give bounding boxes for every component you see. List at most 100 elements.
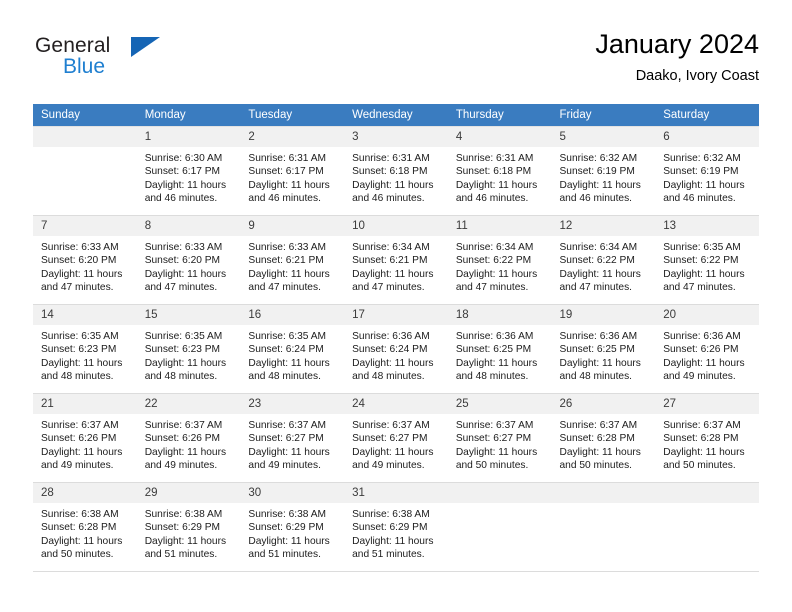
day-number: 1 [136,127,241,147]
day-number: 3 [344,127,448,147]
sunset-text: Sunset: 6:23 PM [41,344,117,356]
sunset-text: Sunset: 6:29 PM [144,522,221,534]
daylight-text-line2: and 49 minutes. [352,460,425,472]
day-cell-inner: 27 Sunrise: 6:37 AM Sunset: 6:28 PM Dayligh… [655,394,759,482]
calendar-day-cell[interactable]: 22 Sunrise: 6:37 AM Sunset: 6:26 PM Dayligh… [136,393,241,483]
calendar-page: General Blue January 2024 Daako, Ivory C… [0,0,792,612]
sunrise-text: Sunrise: 6:33 AM [41,242,119,253]
calendar-day-cell[interactable]: 23 Sunrise: 6:37 AM Sunset: 6:27 PM Dayligh… [240,393,345,483]
calendar-day-cell[interactable]: 16 Sunrise: 6:35 AM Sunset: 6:24 PM Dayligh… [240,304,345,394]
calendar-day-cell[interactable]: 8 Sunrise: 6:33 AM Sunset: 6:20 PM Daylight… [136,215,241,305]
day-sun-info: Sunrise: 6:33 AM Sunset: 6:20 PM Daylight:… [137,236,241,295]
sunrise-text: Sunrise: 6:33 AM [144,242,223,253]
sunset-text: Sunset: 6:18 PM [352,166,428,178]
sunrise-text: Sunrise: 6:33 AM [248,242,326,253]
daylight-text-line2: and 47 minutes. [455,282,529,294]
calendar-day-cell[interactable]: 24 Sunrise: 6:37 AM Sunset: 6:27 PM Dayligh… [344,393,448,483]
day-sun-info: Sunrise: 6:37 AM Sunset: 6:28 PM Daylight:… [655,414,759,473]
day-cell-inner: 16 Sunrise: 6:35 AM Sunset: 6:24 PM Dayligh… [240,305,345,393]
calendar-day-cell[interactable]: 25 Sunrise: 6:37 AM Sunset: 6:27 PM Dayligh… [447,393,552,483]
daylight-text-line1: Daylight: 11 hours [455,357,538,369]
day-cell-inner: 1 Sunrise: 6:30 AM Sunset: 6:17 PM Daylight… [136,127,241,215]
calendar-day-cell[interactable]: 13 Sunrise: 6:35 AM Sunset: 6:22 PM Dayligh… [655,215,759,305]
page-header: General Blue January 2024 Daako, Ivory C… [33,28,759,100]
daylight-text-line1: Daylight: 11 hours [144,446,227,458]
calendar-day-cell[interactable]: 10 Sunrise: 6:34 AM Sunset: 6:21 PM Dayligh… [344,215,448,305]
calendar-day-cell[interactable]: 7 Sunrise: 6:33 AM Sunset: 6:20 PM Daylight… [33,215,137,305]
sunrise-text: Sunrise: 6:36 AM [455,331,534,342]
daylight-text-line2: and 48 minutes. [144,371,218,383]
title-block: January 2024 Daako, Ivory Coast [595,28,759,85]
calendar-day-cell[interactable]: 21 Sunrise: 6:37 AM Sunset: 6:26 PM Dayligh… [33,393,137,483]
calendar-week-row: 7 Sunrise: 6:33 AM Sunset: 6:20 PM Daylight… [33,215,759,305]
calendar-day-cell[interactable]: 20 Sunrise: 6:36 AM Sunset: 6:26 PM Dayligh… [655,304,759,394]
day-sun-info: Sunrise: 6:31 AM Sunset: 6:17 PM Daylight:… [240,147,344,206]
general-blue-logo: General Blue [33,34,253,92]
daylight-text-line1: Daylight: 11 hours [455,179,538,191]
daylight-text-line1: Daylight: 11 hours [663,357,745,369]
calendar-day-cell[interactable]: 29 Sunrise: 6:38 AM Sunset: 6:29 PM Dayligh… [136,482,241,572]
calendar-day-cell[interactable]: 1 Sunrise: 6:30 AM Sunset: 6:17 PM Daylight… [136,126,241,216]
sunset-text: Sunset: 6:27 PM [455,433,532,445]
day-sun-info: Sunrise: 6:35 AM Sunset: 6:22 PM Daylight:… [655,236,759,295]
daylight-text-line2: and 48 minutes. [455,371,529,383]
calendar-day-cell[interactable]: 31 Sunrise: 6:38 AM Sunset: 6:29 PM Dayligh… [344,482,448,572]
day-sun-info: Sunrise: 6:38 AM Sunset: 6:29 PM Daylight:… [240,503,344,562]
calendar-day-cell[interactable]: 4 Sunrise: 6:31 AM Sunset: 6:18 PM Daylight… [447,126,552,216]
calendar-week-row: 28 Sunrise: 6:38 AM Sunset: 6:28 PM Dayligh… [33,482,759,572]
daylight-text-line2: and 49 minutes. [144,460,218,472]
day-sun-info: Sunrise: 6:37 AM Sunset: 6:26 PM Daylight:… [137,414,241,473]
day-number: 4 [447,127,552,147]
calendar-day-cell[interactable]: 18 Sunrise: 6:36 AM Sunset: 6:25 PM Dayligh… [447,304,552,394]
day-number: 18 [447,305,552,325]
daylight-text-line1: Daylight: 11 hours [41,268,123,280]
daylight-text-line2: and 48 minutes. [248,371,321,383]
day-cell-inner [655,483,759,571]
sunrise-text: Sunrise: 6:37 AM [455,420,534,431]
calendar-day-cell[interactable]: 14 Sunrise: 6:35 AM Sunset: 6:23 PM Dayligh… [33,304,137,394]
day-number: 19 [551,305,656,325]
weekday-header-monday: Monday [136,104,241,127]
sunrise-text: Sunrise: 6:38 AM [352,509,430,520]
sunset-text: Sunset: 6:26 PM [41,433,117,445]
daylight-text-line1: Daylight: 11 hours [144,179,227,191]
calendar-day-cell[interactable]: 27 Sunrise: 6:37 AM Sunset: 6:28 PM Dayligh… [655,393,759,483]
calendar-day-cell[interactable]: 6 Sunrise: 6:32 AM Sunset: 6:19 PM Daylight… [655,126,759,216]
calendar-day-cell[interactable]: 30 Sunrise: 6:38 AM Sunset: 6:29 PM Dayligh… [240,482,345,572]
calendar-day-cell[interactable]: 17 Sunrise: 6:36 AM Sunset: 6:24 PM Dayligh… [344,304,448,394]
daylight-text-line1: Daylight: 11 hours [41,357,123,369]
day-number: 24 [344,394,448,414]
calendar-day-cell[interactable]: 9 Sunrise: 6:33 AM Sunset: 6:21 PM Daylight… [240,215,345,305]
daylight-text-line1: Daylight: 11 hours [663,268,745,280]
calendar-day-cell[interactable]: 3 Sunrise: 6:31 AM Sunset: 6:18 PM Daylight… [344,126,448,216]
daylight-text-line2: and 47 minutes. [352,282,425,294]
calendar-day-cell[interactable]: 28 Sunrise: 6:38 AM Sunset: 6:28 PM Dayligh… [33,482,137,572]
daylight-text-line1: Daylight: 11 hours [559,179,641,191]
logo-text-blue: Blue [63,55,106,78]
day-number [447,483,552,503]
day-cell-inner: 19 Sunrise: 6:36 AM Sunset: 6:25 PM Dayligh… [551,305,656,393]
calendar-day-cell[interactable]: 12 Sunrise: 6:34 AM Sunset: 6:22 PM Dayligh… [551,215,656,305]
daylight-text-line2: and 48 minutes. [352,371,425,383]
calendar-day-cell[interactable]: 11 Sunrise: 6:34 AM Sunset: 6:22 PM Dayligh… [447,215,552,305]
sunrise-text: Sunrise: 6:35 AM [144,331,223,342]
calendar-day-cell[interactable]: 15 Sunrise: 6:35 AM Sunset: 6:23 PM Dayligh… [136,304,241,394]
calendar-day-cell[interactable]: 5 Sunrise: 6:32 AM Sunset: 6:19 PM Daylight… [551,126,656,216]
calendar-day-cell[interactable]: 19 Sunrise: 6:36 AM Sunset: 6:25 PM Dayligh… [551,304,656,394]
calendar-day-cell-empty [447,482,552,572]
calendar-day-cell[interactable]: 26 Sunrise: 6:37 AM Sunset: 6:28 PM Dayligh… [551,393,656,483]
day-cell-inner: 15 Sunrise: 6:35 AM Sunset: 6:23 PM Dayligh… [136,305,241,393]
day-number: 14 [33,305,137,325]
calendar-day-cell[interactable]: 2 Sunrise: 6:31 AM Sunset: 6:17 PM Daylight… [240,126,345,216]
day-sun-info: Sunrise: 6:37 AM Sunset: 6:28 PM Daylight:… [552,414,656,473]
daylight-text-line2: and 50 minutes. [41,549,114,561]
sunset-text: Sunset: 6:28 PM [41,522,117,534]
day-number: 22 [136,394,241,414]
day-cell-inner: 28 Sunrise: 6:38 AM Sunset: 6:28 PM Dayligh… [33,483,137,571]
daylight-text-line2: and 47 minutes. [41,282,114,294]
daylight-text-line1: Daylight: 11 hours [144,268,227,280]
sunset-text: Sunset: 6:24 PM [352,344,428,356]
sunrise-text: Sunrise: 6:34 AM [455,242,534,253]
daylight-text-line2: and 47 minutes. [144,282,218,294]
sunrise-text: Sunrise: 6:32 AM [663,153,741,164]
